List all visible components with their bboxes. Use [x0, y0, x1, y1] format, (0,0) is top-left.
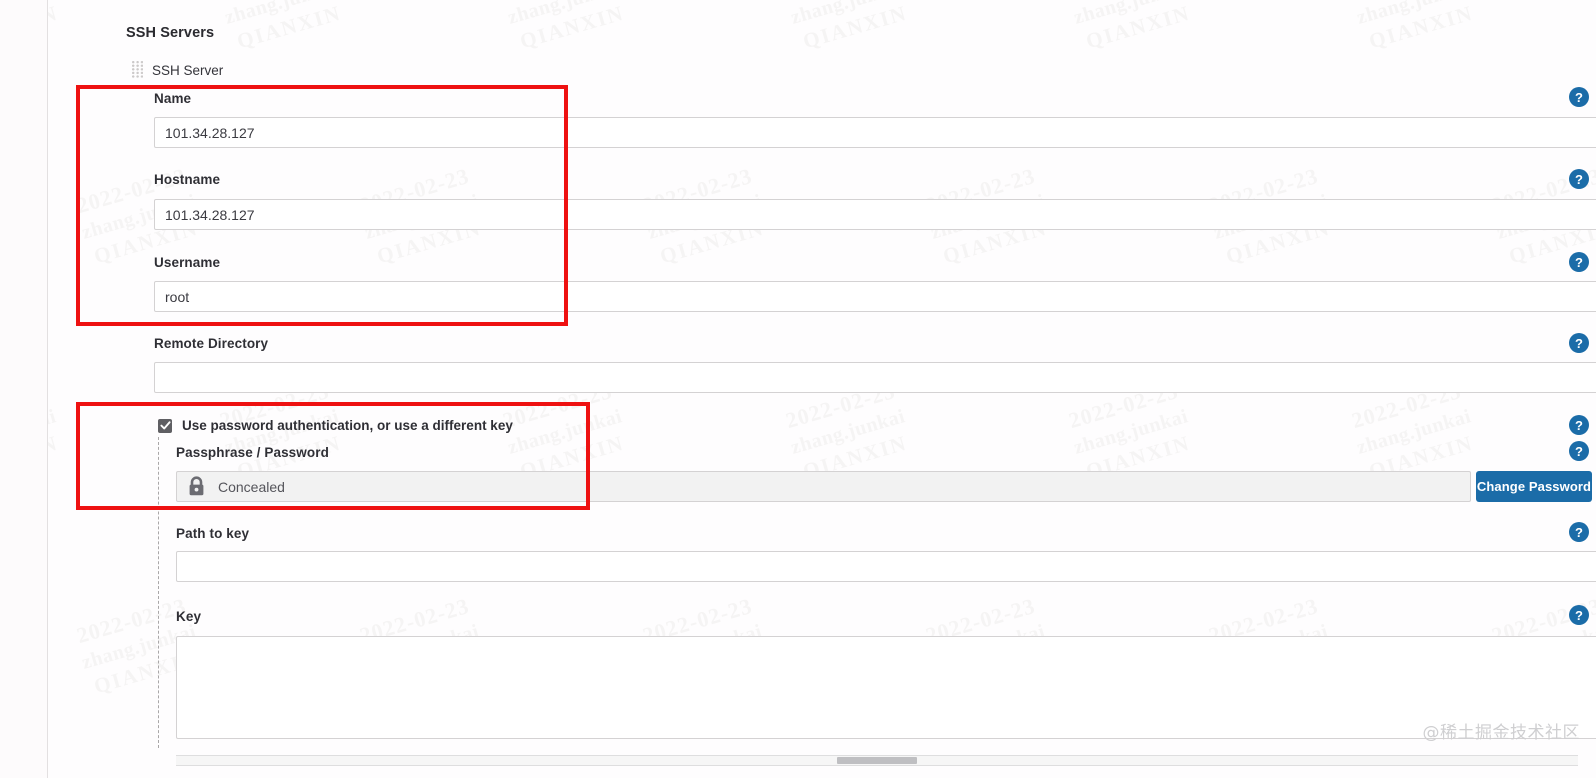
help-circle-icon-hostname[interactable]: ?: [1569, 169, 1589, 189]
use-password-auth-label: Use password authentication, or use a di…: [182, 418, 513, 433]
passphrase-value: Concealed: [218, 478, 285, 495]
username-input[interactable]: root: [154, 281, 1596, 312]
help-circle-icon-key[interactable]: ?: [1569, 605, 1589, 625]
checkmark-icon: [159, 421, 171, 430]
indent-guide: [158, 437, 159, 748]
passphrase-field[interactable]: Concealed: [176, 471, 1471, 502]
drag-dots-icon[interactable]: [132, 61, 143, 79]
key-textarea[interactable]: [176, 636, 1596, 739]
hostname-label: Hostname: [154, 172, 221, 187]
name-input[interactable]: 101.34.28.127: [154, 117, 1596, 148]
ssh-server-row-label: SSH Server: [152, 62, 224, 78]
help-circle-icon-password-auth[interactable]: ?: [1569, 415, 1589, 435]
help-circle-icon-passphrase[interactable]: ?: [1569, 441, 1589, 461]
passphrase-label: Passphrase / Password: [176, 445, 329, 460]
remote-directory-input[interactable]: [154, 362, 1596, 393]
change-password-button[interactable]: Change Password: [1476, 471, 1592, 502]
left-gutter: [0, 0, 47, 778]
horizontal-scrollbar-thumb[interactable]: [837, 757, 917, 764]
page-title: SSH Servers: [126, 25, 215, 41]
settings-panel: SSH Servers SSH Server Name 101.34.28.12…: [48, 0, 1596, 778]
username-label: Username: [154, 255, 221, 270]
path-to-key-label: Path to key: [176, 526, 250, 541]
help-circle-icon-remote-directory[interactable]: ?: [1569, 333, 1589, 353]
lock-icon: [187, 476, 206, 497]
horizontal-scrollbar[interactable]: [176, 755, 1578, 766]
settings-content: SSH Servers SSH Server Name 101.34.28.12…: [48, 0, 1596, 778]
key-label: Key: [176, 609, 202, 624]
ssh-server-row-header: SSH Server: [132, 61, 223, 79]
left-gutter-divider: [47, 0, 48, 778]
remote-directory-label: Remote Directory: [154, 336, 269, 351]
help-circle-icon-username[interactable]: ?: [1569, 252, 1589, 272]
use-password-auth-checkbox[interactable]: [158, 418, 172, 433]
community-watermark: @稀土掘金技术社区: [1422, 723, 1580, 743]
name-label: Name: [154, 91, 192, 106]
use-password-auth-row[interactable]: Use password authentication, or use a di…: [158, 418, 513, 433]
help-circle-icon-path-to-key[interactable]: ?: [1569, 522, 1589, 542]
ssh-servers-settings-page: 2022-02-23zhang.junkaiQIANXIN2022-02-23z…: [0, 0, 1596, 778]
hostname-input[interactable]: 101.34.28.127: [154, 199, 1596, 230]
help-circle-icon-name[interactable]: ?: [1569, 87, 1589, 107]
path-to-key-input[interactable]: [176, 551, 1596, 582]
